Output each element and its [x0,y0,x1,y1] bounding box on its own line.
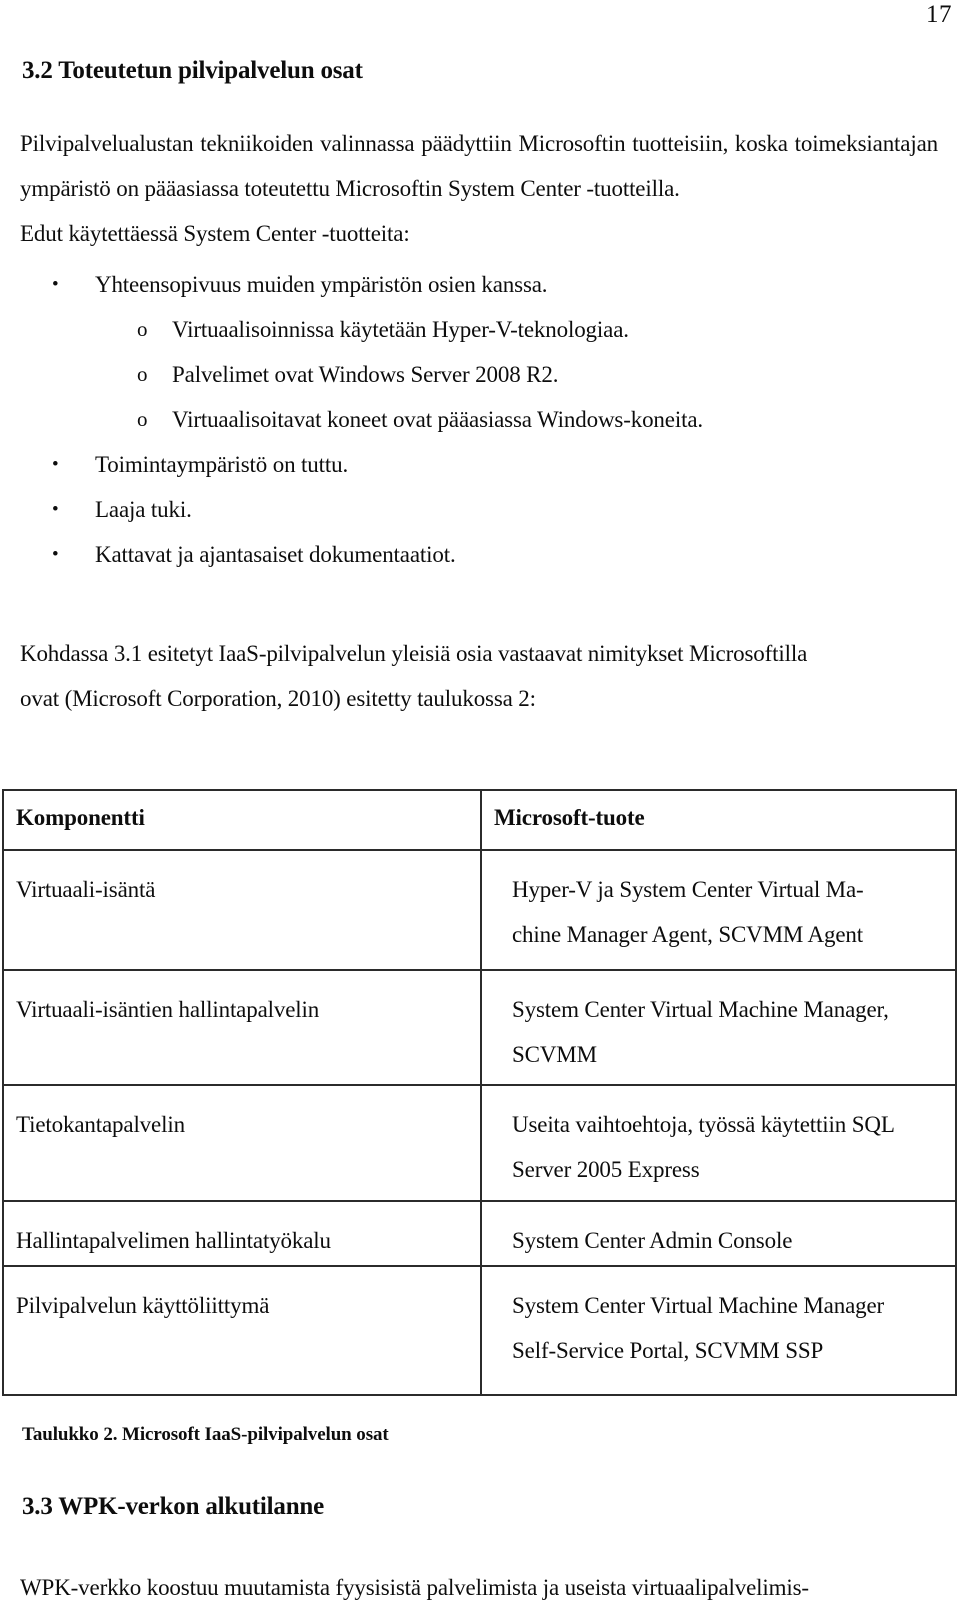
column-header-product: Microsoft-tuote [480,789,957,851]
kohdassa-paragraph-tail: ovat (Microsoft Corporation, 2010) esite… [20,686,536,711]
list-item: o Virtuaalisoitavat koneet ovat pääasias… [0,397,940,442]
table-cell-component: Tietokantapalvelin [2,1084,482,1202]
table-cell-component-value: Virtuaali-isäntä [16,877,156,902]
document-page: 17 3.2 Toteutetun pilvipalvelun osat Pil… [0,0,960,1623]
bullet-circle-icon: o [137,362,148,386]
intro-paragraph-tail: Edut käytettäessä System Center -tuottei… [20,221,410,246]
table-cell-product-line-1: System Center Virtual Machine Manager, [512,997,889,1022]
table-cell-product-value: Hyper-V ja System Center Virtual Ma- chi… [482,851,955,957]
table-cell-component-value: Virtuaali-isäntien hallintapalvelin [16,997,320,1022]
intro-paragraph-main: Pilvipalvelualustan tekniikoiden valinna… [20,131,938,201]
table-cell-product: System Center Virtual Machine Manager, S… [480,969,957,1086]
column-header-product-label: Microsoft-tuote [494,805,645,830]
components-table: Komponentti Microsoft-tuote Virtuaali-is… [2,789,957,1396]
bullet-disc-icon: • [52,454,59,475]
table-cell-component-value: Pilvipalvelun käyttöliittymä [16,1293,270,1318]
list-item: • Yhteensopivuus muiden ympäristön osien… [0,262,940,307]
bullet-circle-icon: o [137,317,148,341]
kohdassa-paragraph-main: Kohdassa 3.1 esitetyt IaaS-pilvipalvelun… [20,641,808,666]
table-row: Virtuaali-isäntien hallintapalvelin Syst… [2,969,957,1086]
column-header-component-label: Komponentti [16,805,145,830]
table-cell-product: System Center Admin Console [480,1200,957,1267]
wpk-paragraph-tail: ta. Tarkempi palvelinten määrä ja roolit… [20,1610,938,1623]
table-cell-component: Hallintapalvelimen hallintatyökalu [2,1200,482,1267]
bullet-disc-icon: • [52,544,59,565]
bullet-disc-icon: • [52,274,59,295]
table-cell-product-value: System Center Admin Console [482,1202,955,1263]
table-cell-product-line-2: Self-Service Portal, SCVMM SSP [512,1338,824,1363]
table-cell-component-value: Tietokantapalvelin [16,1112,185,1137]
bullet-disc-icon: • [52,499,59,520]
table-cell-product-value: System Center Virtual Machine Manager, S… [482,971,955,1077]
table-cell-product-line-2: Server 2005 Express [512,1157,700,1182]
list-item-label: Yhteensopivuus muiden ympäristön osien k… [95,272,548,297]
table-cell-product-line-1: System Center Virtual Machine Manager [512,1293,885,1318]
wpk-paragraph: WPK-verkko koostuu muutamista fyysisistä… [20,1565,938,1623]
table-cell-product-line-2: chine Manager Agent, SCVMM Agent [512,922,864,947]
table-cell-product-value: System Center Virtual Machine Manager Se… [482,1267,955,1373]
wpk-paragraph-main: WPK-verkko koostuu muutamista fyysisistä… [20,1575,809,1600]
list-item: • Laaja tuki. [0,487,940,532]
list-item: o Palvelimet ovat Windows Server 2008 R2… [0,352,940,397]
table-cell-product-value: Useita vaihtoehtoja, työssä käytettiin S… [482,1086,955,1192]
section-heading-3-3: 3.3 WPK-verkon alkutilanne [22,1492,325,1520]
table-row: Pilvipalvelun käyttöliittymä System Cent… [2,1265,957,1396]
table-cell-component: Virtuaali-isäntien hallintapalvelin [2,969,482,1086]
list-item-label: Kattavat ja ajantasaiset dokumentaatiot. [95,542,456,567]
list-item: • Toimintaympäristö on tuttu. [0,442,940,487]
list-item-label: Toimintaympäristö on tuttu. [95,452,349,477]
bullet-circle-icon: o [137,407,148,431]
table-cell-product: System Center Virtual Machine Manager Se… [480,1265,957,1396]
table-cell-product-line-1: System Center Admin Console [512,1228,793,1253]
table-cell-product: Hyper-V ja System Center Virtual Ma- chi… [480,849,957,971]
table-header-row: Komponentti Microsoft-tuote [2,789,957,851]
table-cell-product-line-2: SCVMM [512,1042,597,1067]
list-item-label: Palvelimet ovat Windows Server 2008 R2. [172,362,559,387]
table-row: Hallintapalvelimen hallintatyökalu Syste… [2,1200,957,1267]
list-item-label: Virtuaalisoitavat koneet ovat pääasiassa… [172,407,703,432]
section-heading-3-2: 3.2 Toteutetun pilvipalvelun osat [22,56,363,84]
table-caption: Taulukko 2. Microsoft IaaS-pilvipalvelun… [22,1424,389,1445]
column-header-component: Komponentti [2,789,482,851]
table-cell-product-line-1: Hyper-V ja System Center Virtual Ma- [512,877,864,902]
table-cell-component-value: Hallintapalvelimen hallintatyökalu [16,1228,331,1253]
table-row: Virtuaali-isäntä Hyper-V ja System Cente… [2,849,957,971]
table-cell-product: Useita vaihtoehtoja, työssä käytettiin S… [480,1084,957,1202]
table-cell-component: Virtuaali-isäntä [2,849,482,971]
kohdassa-paragraph: Kohdassa 3.1 esitetyt IaaS-pilvipalvelun… [20,631,938,721]
table-cell-component: Pilvipalvelun käyttöliittymä [2,1265,482,1396]
intro-paragraph: Pilvipalvelualustan tekniikoiden valinna… [20,121,938,256]
list-item-label: Virtuaalisoinnissa käytetään Hyper-V-tek… [172,317,629,342]
list-item: o Virtuaalisoinnissa käytetään Hyper-V-t… [0,307,940,352]
table-row: Tietokantapalvelin Useita vaihtoehtoja, … [2,1084,957,1202]
page-number: 17 [926,1,952,28]
list-item-label: Laaja tuki. [95,497,192,522]
table-cell-product-line-1: Useita vaihtoehtoja, työssä käytettiin S… [512,1112,895,1137]
list-item: • Kattavat ja ajantasaiset dokumentaatio… [0,532,940,577]
advantages-bullet-list: • Yhteensopivuus muiden ympäristön osien… [0,262,940,577]
